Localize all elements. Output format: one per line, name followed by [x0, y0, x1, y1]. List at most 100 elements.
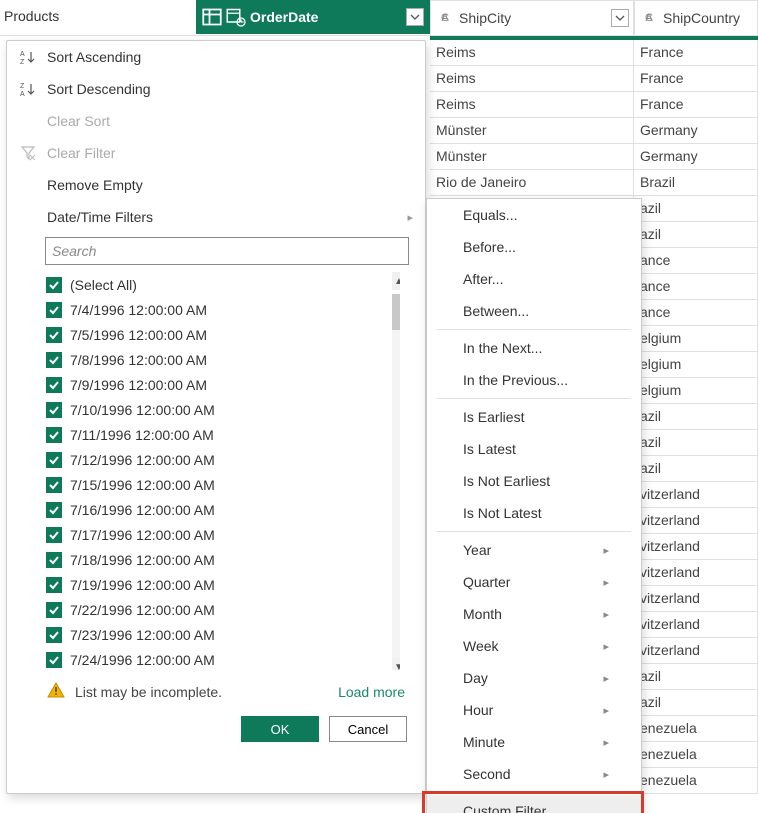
submenu-item[interactable]: Quarter [427, 566, 641, 598]
filter-value-item[interactable]: 7/5/1996 12:00:00 AM [46, 322, 400, 347]
ok-button[interactable]: OK [241, 716, 319, 742]
filter-value-item[interactable]: 7/19/1996 12:00:00 AM [46, 572, 400, 597]
filter-value-item[interactable]: 7/8/1996 12:00:00 AM [46, 347, 400, 372]
cell-shipcountry: France [634, 40, 758, 66]
cell-shipcity: Münster [430, 144, 634, 170]
checkbox-icon[interactable] [46, 452, 62, 468]
checkbox-icon[interactable] [46, 552, 62, 568]
filter-value-item[interactable]: 7/11/1996 12:00:00 AM [46, 422, 400, 447]
svg-text:A: A [20, 91, 25, 97]
submenu-item[interactable]: Month [427, 598, 641, 630]
filter-value-item[interactable]: 7/9/1996 12:00:00 AM [46, 372, 400, 397]
submenu-item[interactable]: Is Latest [427, 433, 641, 465]
checkbox-icon[interactable] [46, 327, 62, 343]
table-row[interactable]: ReimsFrance [430, 92, 758, 118]
table-row[interactable]: MünsterGermany [430, 118, 758, 144]
filter-value-item[interactable]: 7/10/1996 12:00:00 AM [46, 397, 400, 422]
checkbox-icon[interactable] [46, 602, 62, 618]
submenu-item[interactable]: Is Earliest [427, 401, 641, 433]
scroll-up-icon[interactable]: ▲ [392, 272, 401, 290]
checkbox-icon[interactable] [46, 652, 62, 668]
filter-value-item[interactable]: 7/23/1996 12:00:00 AM [46, 622, 400, 647]
submenu-item[interactable]: In the Previous... [427, 364, 641, 396]
column-filter-dropdown-orderdate[interactable] [406, 8, 424, 26]
filter-value-item[interactable]: 7/18/1996 12:00:00 AM [46, 547, 400, 572]
datetime-filters-submenu: Equals...Before...After...Between... In t… [426, 198, 642, 813]
checkbox-icon[interactable] [46, 577, 62, 593]
filter-value-label: 7/19/1996 12:00:00 AM [70, 577, 215, 593]
filter-value-item[interactable]: 7/17/1996 12:00:00 AM [46, 522, 400, 547]
submenu-item[interactable]: Before... [427, 231, 641, 263]
filter-value-label: 7/15/1996 12:00:00 AM [70, 477, 215, 493]
submenu-item[interactable]: Minute [427, 726, 641, 758]
submenu-item[interactable]: Day [427, 662, 641, 694]
filter-value-item[interactable]: 7/22/1996 12:00:00 AM [46, 597, 400, 622]
remove-empty[interactable]: Remove Empty [7, 169, 425, 201]
load-more-link[interactable]: Load more [338, 684, 405, 700]
cell-shipcity: Rio de Janeiro [430, 170, 634, 196]
submenu-item[interactable]: Equals... [427, 199, 641, 231]
datetime-filters[interactable]: Date/Time Filters [7, 201, 425, 233]
checkbox-icon[interactable] [46, 627, 62, 643]
clear-filter: Clear Filter [7, 137, 425, 169]
cell-shipcountry: vitzerland [634, 482, 758, 508]
svg-text:A: A [20, 51, 25, 58]
submenu-item[interactable]: Week [427, 630, 641, 662]
submenu-item[interactable]: In the Next... [427, 332, 641, 364]
sort-descending[interactable]: ZA Sort Descending [7, 73, 425, 105]
filter-value-label: 7/11/1996 12:00:00 AM [70, 427, 214, 443]
column-header-shipcity[interactable]: ABC ShipCity [430, 0, 634, 36]
checkbox-icon[interactable] [46, 277, 62, 293]
filter-value-item[interactable]: (Select All) [46, 272, 400, 297]
checkbox-icon[interactable] [46, 377, 62, 393]
table-row[interactable]: Rio de JaneiroBrazil [430, 170, 758, 196]
checkbox-icon[interactable] [46, 527, 62, 543]
submenu-item[interactable]: Custom Filter... [427, 795, 641, 813]
scroll-thumb[interactable] [392, 294, 401, 330]
checkbox-icon[interactable] [46, 477, 62, 493]
cell-shipcountry: azil [634, 430, 758, 456]
column-title-orderdate: OrderDate [250, 9, 318, 25]
cancel-button[interactable]: Cancel [329, 716, 407, 742]
filter-values-list[interactable]: (Select All)7/4/1996 12:00:00 AM7/5/1996… [45, 271, 401, 671]
filter-value-item[interactable]: 7/16/1996 12:00:00 AM [46, 497, 400, 522]
submenu-item[interactable]: After... [427, 263, 641, 295]
submenu-item[interactable]: Year [427, 534, 641, 566]
column-filter-dropdown-shipcity[interactable] [611, 9, 629, 27]
cell-shipcountry: elgium [634, 352, 758, 378]
checkbox-icon[interactable] [46, 352, 62, 368]
checkbox-icon[interactable] [46, 302, 62, 318]
submenu-item[interactable]: Second [427, 758, 641, 790]
column-header-orderdate[interactable]: OrderDate [196, 0, 430, 34]
cell-shipcountry: Germany [634, 118, 758, 144]
table-row[interactable]: ReimsFrance [430, 40, 758, 66]
cell-shipcountry: ance [634, 300, 758, 326]
clear-filter-icon [19, 145, 37, 161]
table-row[interactable]: MünsterGermany [430, 144, 758, 170]
cell-shipcountry: vitzerland [634, 508, 758, 534]
datetime-icon [226, 8, 246, 26]
submenu-item[interactable]: Hour [427, 694, 641, 726]
filter-value-item[interactable]: 7/4/1996 12:00:00 AM [46, 297, 400, 322]
scrollbar[interactable]: ▲ ▼ [392, 272, 401, 670]
filter-value-label: 7/23/1996 12:00:00 AM [70, 627, 215, 643]
sort-asc-icon: AZ [19, 49, 37, 65]
search-input[interactable]: Search [45, 237, 409, 265]
filter-value-item[interactable]: 7/24/1996 12:00:00 AM [46, 647, 400, 671]
checkbox-icon[interactable] [46, 427, 62, 443]
submenu-item[interactable]: Is Not Latest [427, 497, 641, 529]
scroll-down-icon[interactable]: ▼ [392, 658, 401, 671]
svg-text:Z: Z [20, 59, 25, 65]
checkbox-icon[interactable] [46, 402, 62, 418]
filter-value-item[interactable]: 7/12/1996 12:00:00 AM [46, 447, 400, 472]
sort-ascending[interactable]: AZ Sort Ascending [7, 41, 425, 73]
checkbox-icon[interactable] [46, 502, 62, 518]
column-header-shipcountry[interactable]: ABC ShipCountry [634, 0, 758, 36]
filter-value-item[interactable]: 7/15/1996 12:00:00 AM [46, 472, 400, 497]
submenu-item[interactable]: Between... [427, 295, 641, 327]
submenu-item[interactable]: Is Not Earliest [427, 465, 641, 497]
table-row[interactable]: ReimsFrance [430, 66, 758, 92]
svg-text:Z: Z [20, 83, 25, 90]
filter-value-label: 7/24/1996 12:00:00 AM [70, 652, 215, 668]
cell-shipcountry: Brazil [634, 170, 758, 196]
